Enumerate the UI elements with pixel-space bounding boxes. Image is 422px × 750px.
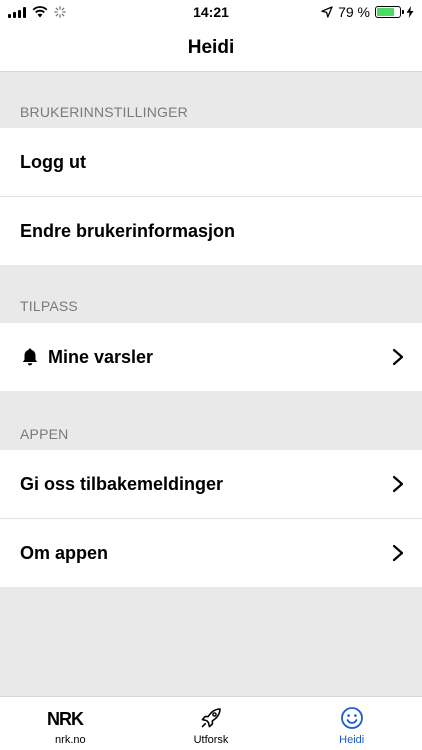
logout-label: Logg ut bbox=[20, 151, 86, 172]
chevron-right-icon bbox=[392, 544, 404, 562]
bell-icon bbox=[22, 348, 38, 366]
page-title: Heidi bbox=[187, 36, 235, 58]
tab-explore[interactable]: Utforsk bbox=[141, 697, 282, 750]
my-notifications-label: Mine varsler bbox=[48, 346, 154, 367]
nav-bar: Heidi bbox=[0, 24, 422, 72]
chevron-right-icon bbox=[392, 475, 404, 493]
my-notifications-button[interactable]: Mine varsler bbox=[0, 323, 422, 391]
section-header-app: APPEN bbox=[20, 426, 69, 442]
charging-icon bbox=[406, 6, 414, 18]
chevron-right-icon bbox=[392, 348, 404, 366]
about-app-button[interactable]: Om appen bbox=[0, 519, 422, 587]
tab-nrk-label: nrk.no bbox=[55, 734, 86, 746]
about-app-label: Om appen bbox=[20, 542, 109, 563]
tab-nrk[interactable]: NRK nrk.no bbox=[0, 697, 141, 750]
rocket-icon bbox=[201, 708, 221, 728]
tab-explore-label: Utforsk bbox=[193, 734, 229, 746]
nrk-logo-icon: NRK bbox=[47, 706, 93, 730]
battery-percentage: 79 % bbox=[338, 4, 370, 20]
tab-profile[interactable]: Heidi bbox=[281, 697, 422, 750]
nrk-logo-text: NRK bbox=[47, 709, 84, 727]
logout-button[interactable]: Logg ut bbox=[0, 128, 422, 196]
battery-icon bbox=[375, 6, 404, 18]
feedback-button[interactable]: Gi oss tilbakemeldinger bbox=[0, 450, 422, 518]
tab-profile-label: Heidi bbox=[339, 734, 365, 746]
section-header-user-settings: BRUKERINNSTILLINGER bbox=[20, 104, 188, 120]
smiley-icon bbox=[340, 707, 363, 729]
tab-bar: NRK nrk.no Utforsk Heidi bbox=[0, 696, 422, 750]
feedback-label: Gi oss tilbakemeldinger bbox=[20, 473, 224, 494]
status-bar: 14:21 79 % bbox=[0, 0, 422, 24]
section-header-customize: TILPASS bbox=[20, 298, 78, 314]
edit-user-info-label: Endre brukerinformasjon bbox=[20, 220, 236, 241]
edit-user-info-button[interactable]: Endre brukerinformasjon bbox=[0, 197, 422, 265]
location-icon bbox=[321, 6, 333, 18]
